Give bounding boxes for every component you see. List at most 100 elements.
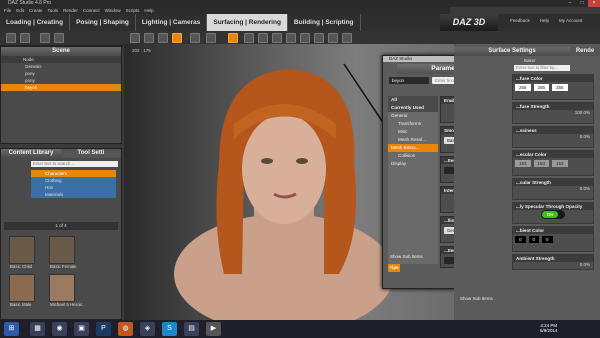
- blue-value[interactable]: 255: [552, 84, 568, 91]
- tips-button[interactable]: Tips: [388, 264, 400, 272]
- new-scene-icon[interactable]: [6, 33, 16, 43]
- surface-filter-input[interactable]: Enter text to filter by...: [514, 65, 570, 71]
- menu-connect[interactable]: Connect: [83, 7, 100, 14]
- daz-studio-task-icon[interactable]: ▶: [206, 322, 221, 336]
- param-value[interactable]: 0.0%: [513, 186, 593, 191]
- red-value[interactable]: 0: [515, 236, 526, 243]
- folder-item[interactable]: Clothing: [31, 177, 116, 184]
- render-settings-icon[interactable]: [190, 33, 200, 43]
- tab-content-library[interactable]: Content Library: [1, 149, 61, 158]
- scene-node[interactable]: pony: [1, 77, 121, 84]
- scene-title: Scene: [1, 47, 121, 56]
- rotate-icon[interactable]: [158, 33, 168, 43]
- photoshop-icon[interactable]: P: [96, 322, 111, 336]
- menu-scripts[interactable]: Scripts: [126, 7, 140, 14]
- undo-icon[interactable]: [40, 33, 50, 43]
- layout-9-icon[interactable]: [342, 33, 352, 43]
- tab-building-scripting[interactable]: Building | Scripting: [288, 14, 361, 31]
- green-value[interactable]: 0: [528, 236, 540, 243]
- menu-tools[interactable]: Tools: [48, 7, 59, 14]
- green-value[interactable]: 153: [533, 160, 550, 167]
- menu-help[interactable]: Help: [144, 7, 153, 14]
- close-button[interactable]: ×: [588, 0, 600, 7]
- layout-7-icon[interactable]: [314, 33, 324, 43]
- tree-item[interactable]: All: [388, 96, 438, 104]
- content-thumbnail[interactable]: Michael 5 Heroic: [49, 274, 83, 307]
- menu-edit[interactable]: Edit: [16, 7, 24, 14]
- tab-loading-creating[interactable]: Loading | Creating: [0, 14, 71, 31]
- scene-node[interactable]: Genesis: [1, 63, 121, 70]
- menu-render[interactable]: Render: [63, 7, 78, 14]
- tab-render[interactable]: Rende: [570, 47, 600, 56]
- content-search-input[interactable]: Enter text to search...: [31, 161, 118, 167]
- specular-opacity-toggle[interactable]: On: [541, 210, 565, 219]
- tree-item[interactable]: Collision: [388, 152, 438, 160]
- folder-item[interactable]: Hair: [31, 184, 116, 191]
- help-link[interactable]: Help: [540, 18, 549, 23]
- show-sub-items-checkbox[interactable]: Show Sub Items: [390, 254, 423, 259]
- tree-item-selected[interactable]: Mesh Smoo...: [388, 144, 438, 152]
- page-indicator[interactable]: 1 of 4: [4, 222, 118, 230]
- folder-item[interactable]: Characters: [31, 170, 116, 177]
- viewport-layout-icon[interactable]: [228, 33, 238, 43]
- node-selector[interactable]: beyon: [389, 77, 429, 84]
- blue-value[interactable]: 153: [552, 160, 568, 167]
- tab-surfacing-rendering[interactable]: Surfacing | Rendering: [207, 14, 288, 31]
- daz-logo: DAZ 3D: [440, 14, 498, 31]
- spot-render-icon[interactable]: [206, 33, 216, 43]
- tree-item[interactable]: Display: [388, 160, 438, 168]
- account-link[interactable]: My Account: [559, 18, 582, 23]
- surfaces-show-sub-items[interactable]: Show Sub Items: [460, 296, 493, 301]
- maximize-button[interactable]: □: [576, 0, 588, 7]
- app-icon[interactable]: ◉: [52, 322, 67, 336]
- tab-posing-shaping[interactable]: Posing | Shaping: [70, 14, 136, 31]
- thumbnail-label: Basic Male: [10, 302, 32, 307]
- tree-item[interactable]: Transforms: [388, 120, 438, 128]
- app-icon[interactable]: ▤: [184, 322, 199, 336]
- blue-value[interactable]: 0: [542, 236, 553, 243]
- green-value[interactable]: 255: [533, 84, 550, 91]
- tab-tool-settings[interactable]: Tool Setti: [61, 149, 121, 158]
- redo-icon[interactable]: [54, 33, 64, 43]
- scene-node-selected[interactable]: beyon: [1, 84, 121, 91]
- render-camera-icon[interactable]: [172, 33, 182, 43]
- param-value[interactable]: 100.0%: [513, 110, 593, 115]
- tree-item[interactable]: General: [388, 112, 438, 120]
- scene-node[interactable]: pony: [1, 70, 121, 77]
- content-thumbnail[interactable]: Basic Male: [9, 274, 35, 307]
- minimize-button[interactable]: –: [564, 0, 576, 7]
- param-value[interactable]: 0.0%: [513, 134, 593, 139]
- app-icon[interactable]: ◈: [140, 322, 155, 336]
- tab-lighting-cameras[interactable]: Lighting | Cameras: [136, 14, 208, 31]
- tree-item[interactable]: Misc: [388, 128, 438, 136]
- param-value[interactable]: 0.0%: [513, 262, 593, 267]
- red-value[interactable]: 153: [515, 160, 531, 167]
- content-thumbnail[interactable]: Basic Female: [49, 236, 77, 269]
- feedback-link[interactable]: Feedback: [510, 18, 530, 23]
- file-explorer-icon[interactable]: ▦: [30, 322, 45, 336]
- layout-3-icon[interactable]: [258, 33, 268, 43]
- menu-file[interactable]: File: [4, 7, 11, 14]
- translate-icon[interactable]: [144, 33, 154, 43]
- layout-2-icon[interactable]: [244, 33, 254, 43]
- layout-4-icon[interactable]: [272, 33, 282, 43]
- menu-window[interactable]: Window: [105, 7, 121, 14]
- content-thumbnail[interactable]: Basic Child: [9, 236, 35, 269]
- ambient-strength-card: Ambient Strength 0.0%: [512, 254, 594, 270]
- tab-surface-settings[interactable]: Surface Settings: [454, 47, 570, 56]
- layout-5-icon[interactable]: [286, 33, 296, 43]
- windows-start-icon[interactable]: ⊞: [4, 322, 19, 336]
- ambient-color-card: ...bient Color 0 0 0: [512, 226, 594, 252]
- tree-item[interactable]: Currently Used: [388, 104, 438, 112]
- tree-item[interactable]: Mesh Resol...: [388, 136, 438, 144]
- red-value[interactable]: 255: [515, 84, 531, 91]
- folder-item[interactable]: Materials: [31, 191, 116, 198]
- app-icon[interactable]: ▣: [74, 322, 89, 336]
- firefox-icon[interactable]: ◍: [118, 322, 133, 336]
- layout-8-icon[interactable]: [328, 33, 338, 43]
- layout-6-icon[interactable]: [300, 33, 310, 43]
- menu-create[interactable]: Create: [29, 7, 43, 14]
- skype-icon[interactable]: S: [162, 322, 177, 336]
- open-icon[interactable]: [20, 33, 30, 43]
- universal-tool-icon[interactable]: [130, 33, 140, 43]
